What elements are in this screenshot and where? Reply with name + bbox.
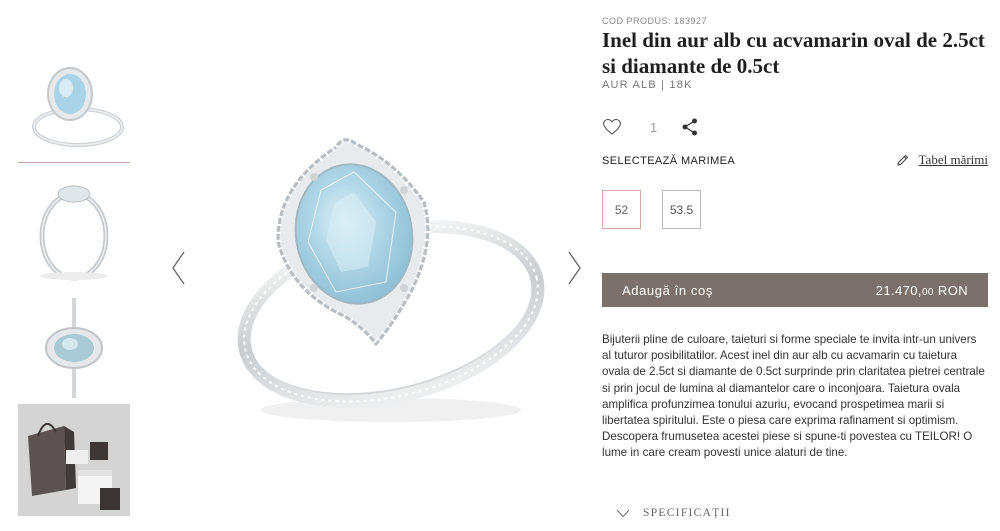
size-selector-header: SELECTEAZĂ MARIMEA Tabel mărimi xyxy=(602,152,988,170)
product-actions: 1 xyxy=(602,116,698,138)
price-decimals: 00 xyxy=(921,286,934,298)
favorites-count: 1 xyxy=(650,119,658,135)
price-main: 21.470, xyxy=(875,282,922,298)
size-option-52[interactable]: 52 xyxy=(602,190,641,229)
thumbnail-ring-side[interactable] xyxy=(18,176,130,288)
size-option-53-5[interactable]: 53.5 xyxy=(662,190,701,229)
gift-box-thumbnail-image xyxy=(18,404,130,516)
share-icon[interactable] xyxy=(682,118,698,136)
chevron-down-icon xyxy=(616,509,630,517)
thumbnail-gift-box[interactable] xyxy=(18,404,130,516)
product-code: COD PRODUS: 183927 xyxy=(602,16,708,26)
thumbnail-ring-front[interactable] xyxy=(18,52,130,163)
ring-front-thumbnail-image xyxy=(32,67,124,147)
specifications-label: SPECIFICAȚII xyxy=(643,507,731,519)
add-to-cart-label: Adaugă în coş xyxy=(622,282,713,298)
chevron-left-icon xyxy=(172,251,185,285)
size-table-link[interactable]: Tabel mărimi xyxy=(896,152,988,168)
product-description: Bijuterii pline de culoare, taieturi si … xyxy=(602,333,985,460)
thumbnail-ring-top[interactable] xyxy=(18,292,130,404)
metal-type: AUR ALB | 18K xyxy=(602,79,693,91)
size-options: 52 53.5 xyxy=(602,190,722,229)
ring-side-thumbnail-image xyxy=(39,185,109,281)
ring-top-thumbnail-image xyxy=(45,298,103,398)
next-image-button[interactable] xyxy=(565,250,583,286)
main-product-image xyxy=(196,92,556,432)
size-table-label: Tabel mărimi xyxy=(918,152,988,167)
price-currency: RON xyxy=(933,282,968,298)
add-to-cart-button[interactable]: Adaugă în coş 21.470,00 RON xyxy=(602,273,988,307)
pencil-ruler-icon xyxy=(896,154,908,166)
chevron-right-icon xyxy=(568,251,581,285)
aquamarine-ring-image xyxy=(237,136,545,422)
specifications-toggle[interactable]: SPECIFICAȚII xyxy=(616,507,731,519)
product-price: 21.470,00 RON xyxy=(876,283,968,298)
size-selector-label: SELECTEAZĂ MARIMEA xyxy=(602,155,736,167)
product-title: Inel din aur alb cu acvamarin oval de 2.… xyxy=(602,28,985,78)
previous-image-button[interactable] xyxy=(170,250,188,286)
heart-icon[interactable] xyxy=(602,117,622,137)
